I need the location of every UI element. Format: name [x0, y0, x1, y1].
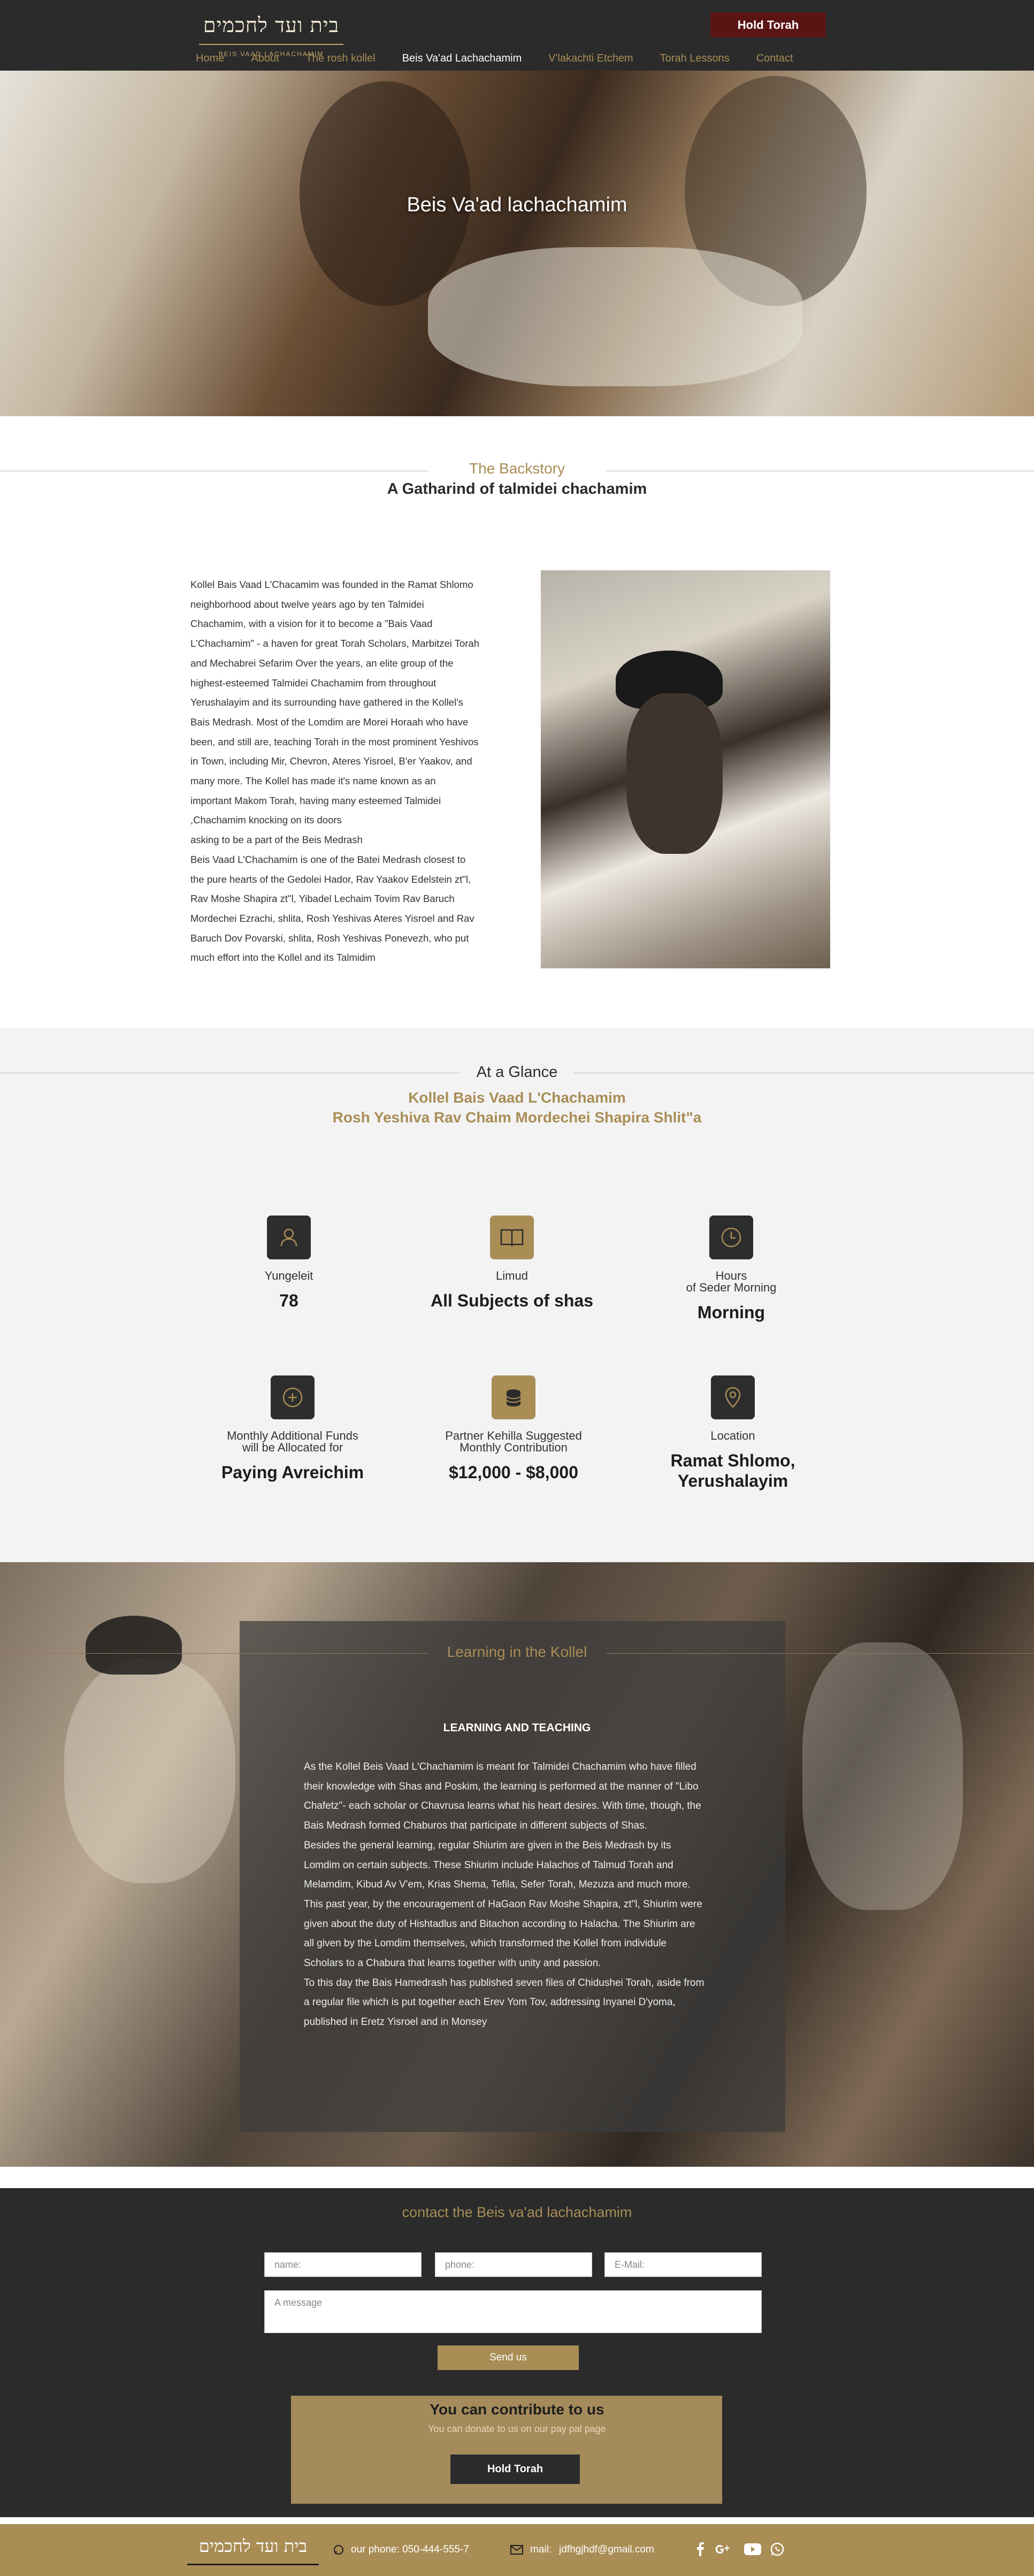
send-button[interactable]: Send us: [438, 2345, 579, 2370]
backstory-photo: [541, 570, 830, 968]
location-pin-icon: [711, 1375, 755, 1419]
facebook-icon[interactable]: [692, 2541, 708, 2557]
footer-email-text: jdfhgjhdf@gmail.com: [559, 2544, 654, 2555]
book-icon: [490, 1216, 534, 1259]
glance-title: At a Glance: [476, 1064, 558, 1081]
stat-label: Partner Kehilla Suggested Monthly Contri…: [445, 1429, 582, 1454]
learning-figure-shape: [802, 1642, 963, 1910]
stat-location: Location Ramat Shlomo, Yerushalayim: [621, 1375, 845, 1491]
nav-torah-lessons[interactable]: Torah Lessons: [660, 52, 730, 65]
nav-rosh-kollel[interactable]: The rosh kollel: [306, 52, 376, 65]
photo-beard-shape: [626, 693, 723, 854]
youtube-icon[interactable]: [742, 2541, 763, 2557]
stat-label: Location: [710, 1429, 755, 1442]
name-input[interactable]: name:: [264, 2252, 422, 2277]
backstory-kicker: The Backstory: [469, 460, 565, 477]
phone-icon: [334, 2545, 343, 2555]
footer-phone[interactable]: our phone: 050-444-555-7: [333, 2542, 469, 2557]
stat-value: Morning: [697, 1303, 765, 1322]
donate-title: You can contribute to us: [430, 2401, 604, 2418]
stat-limud: Limud All Subjects of shas: [400, 1216, 624, 1311]
donate-text: You can donate to us on our pay pal page: [428, 2424, 606, 2434]
whatsapp-icon[interactable]: [769, 2541, 785, 2557]
stat-label: Monthly Additional Funds will be Allocat…: [227, 1429, 358, 1454]
footer-phone-text: our phone: 050-444-555-7: [351, 2544, 469, 2555]
email-input[interactable]: E-Mail:: [604, 2252, 762, 2277]
footer-logo-text: בית ועד לחכמים: [198, 2535, 308, 2556]
contact-title: contact the Beis va'ad lachachamim: [402, 2204, 632, 2220]
footer-logo[interactable]: בית ועד לחכמים: [187, 2528, 319, 2565]
stat-value: Paying Avreichim: [221, 1463, 364, 1482]
learning-title: Learning in the Kollel: [447, 1644, 587, 1660]
plus-circle-icon: [271, 1375, 315, 1419]
learning-body: As the Kollel Beis Vaad L'Chachamim is m…: [304, 1761, 704, 2028]
learning-heading: LEARNING AND TEACHING: [443, 1722, 591, 1734]
nav-vlakachti-etchem[interactable]: V'lakachti Etchem: [548, 52, 633, 65]
google-plus-icon[interactable]: [715, 2541, 731, 2557]
logo-text: בית ועד לחכמים: [203, 13, 340, 37]
backstory-body: Kollel Bais Vaad L'Chacamim was founded …: [190, 579, 480, 964]
nav-home[interactable]: Home: [196, 52, 224, 65]
stat-value: Ramat Shlomo, Yerushalayim: [670, 1451, 795, 1490]
hero-title: Beis Va'ad lachachamim: [407, 194, 627, 216]
learning-figure-shape: [64, 1658, 235, 1883]
glance-subtitle-rosh-yeshiva: Rosh Yeshiva Rav Chaim Mordechei Shapira…: [332, 1109, 702, 1126]
clock-icon: [709, 1216, 753, 1259]
stat-label: Limud: [496, 1269, 528, 1282]
stat-funds: Monthly Additional Funds will be Allocat…: [180, 1375, 405, 1482]
donate-hold-torah-button[interactable]: Hold Torah: [450, 2455, 580, 2484]
main-nav: Home About The rosh kollel Beis Va'ad La…: [196, 49, 820, 67]
coins-icon: [492, 1375, 535, 1419]
hold-torah-button[interactable]: Hold Torah: [710, 12, 826, 37]
nav-about[interactable]: About: [251, 52, 279, 65]
stat-value: 78: [279, 1291, 298, 1310]
phone-input[interactable]: phone:: [435, 2252, 592, 2277]
stat-hours: Hours of Seder Morning Morning: [619, 1216, 844, 1323]
footer-email[interactable]: mail: jdfhgjhdf@gmail.com: [510, 2542, 654, 2557]
person-icon: [267, 1216, 311, 1259]
stat-value: All Subjects of shas: [430, 1291, 594, 1310]
hero-banner: Beis Va'ad lachachamim: [0, 71, 1034, 416]
stat-contribution: Partner Kehilla Suggested Monthly Contri…: [401, 1375, 626, 1482]
nav-beis-vaad[interactable]: Beis Va'ad Lachachamim: [402, 52, 522, 65]
mail-icon: [510, 2545, 523, 2555]
site-header: בית ועד לחכמים BEIS VAAD LACHACHAMIM Hol…: [0, 0, 1034, 71]
message-textarea[interactable]: A message: [264, 2290, 762, 2333]
backstory-title: A Gatharind of talmidei chachamim: [387, 480, 647, 498]
stat-value: $12,000 - $8,000: [449, 1463, 578, 1482]
hero-book-shape: [428, 247, 802, 386]
glance-subtitle: Kollel Bais Vaad L'Chachamim: [408, 1089, 626, 1106]
footer-mail-label: mail:: [530, 2544, 552, 2555]
site-logo[interactable]: בית ועד לחכמים BEIS VAAD LACHACHAMIM: [199, 6, 343, 58]
stat-label: Hours of Seder Morning: [686, 1269, 777, 1294]
nav-contact[interactable]: Contact: [756, 52, 793, 65]
stat-yungeleit: Yungeleit 78: [177, 1216, 401, 1311]
stat-label: Yungeleit: [264, 1269, 313, 1282]
